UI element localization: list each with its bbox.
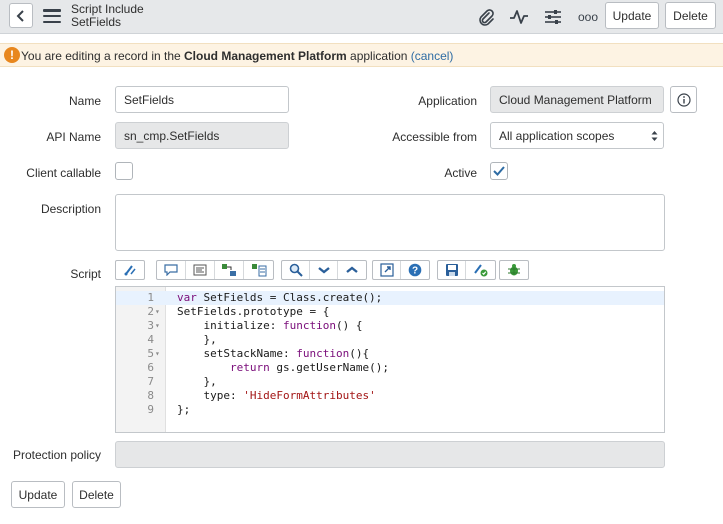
warning-icon: ! [4, 47, 20, 63]
code-text: }, [177, 333, 217, 346]
toolbar-group-save [437, 260, 496, 280]
line-number: 1 [147, 291, 154, 304]
code-line[interactable]: 9}; [116, 403, 664, 417]
header-update-button[interactable]: Update [605, 2, 659, 29]
code-line[interactable]: 5 ▾ setStackName: function(){ [116, 347, 664, 361]
application-info-button[interactable] [670, 86, 697, 113]
code-line[interactable]: 6 return gs.getUserName(); [116, 361, 664, 375]
active-label: Active [444, 166, 477, 180]
activity-pulse-icon[interactable] [508, 6, 530, 28]
code-text: initialize: function() { [177, 319, 363, 332]
code-line[interactable]: 4 }, [116, 333, 664, 347]
fold-arrow-icon[interactable]: ▾ [155, 305, 160, 319]
sliders-settings-icon[interactable] [542, 6, 564, 28]
line-number: 8 [147, 389, 154, 402]
info-icon [676, 92, 691, 107]
scope-warning-banner: ! You are editing a record in the Cloud … [0, 43, 723, 67]
active-checkbox[interactable] [490, 162, 508, 180]
fold-arrow-icon[interactable]: ▾ [155, 347, 160, 361]
code-text: type: 'HideFormAttributes' [177, 389, 376, 402]
application-label: Application [418, 94, 477, 108]
banner-message: You are editing a record in the Cloud Ma… [21, 49, 454, 63]
script-debugger-icon[interactable] [466, 261, 495, 279]
description-label: Description [40, 202, 101, 216]
toolbar-group-view: ? [372, 260, 430, 280]
search-icon[interactable] [282, 261, 310, 279]
more-dots-icon[interactable]: ooo [575, 6, 601, 28]
code-text: SetFields.prototype = { [177, 305, 330, 318]
code-text: }; [177, 403, 191, 416]
line-number: 4 [147, 333, 154, 346]
line-number: 7 [147, 375, 154, 388]
svg-text:?: ? [412, 266, 418, 277]
footer-update-button[interactable]: Update [11, 481, 65, 508]
accessible-from-label: Accessible from [392, 130, 477, 144]
header-delete-button[interactable]: Delete [665, 2, 716, 29]
line-number: 6 [147, 361, 154, 374]
form-header: Script Include SetFields ooo Update Dele… [0, 0, 723, 34]
replace-all-icon[interactable] [244, 261, 273, 279]
select-arrows-icon [651, 131, 658, 141]
line-number: 2 [147, 305, 154, 318]
code-text: }, [177, 375, 217, 388]
api-name-label: API Name [46, 130, 101, 144]
fold-arrow-icon[interactable]: ▾ [155, 319, 160, 333]
protection-policy-field [115, 441, 665, 468]
save-icon[interactable] [438, 261, 466, 279]
syntax-check-icon[interactable] [116, 261, 144, 279]
comment-icon[interactable] [157, 261, 186, 279]
code-text: setStackName: function(){ [177, 347, 370, 360]
accessible-from-select[interactable]: All application scopes [490, 122, 664, 149]
protection-policy-label: Protection policy [12, 448, 101, 462]
code-text: var SetFields = Class.create(); [177, 291, 383, 304]
cancel-link[interactable]: (cancel) [411, 49, 454, 63]
back-button[interactable] [9, 3, 33, 28]
record-name: SetFields [71, 15, 122, 29]
toolbar-group-debug [499, 260, 529, 280]
hamburger-menu-icon[interactable] [43, 9, 61, 23]
fullscreen-icon[interactable] [373, 261, 401, 279]
client-callable-checkbox[interactable] [115, 162, 133, 180]
api-name-field: sn_cmp.SetFields [115, 122, 289, 149]
application-field: Cloud Management Platform [490, 86, 664, 113]
toggle-down-icon[interactable] [310, 261, 338, 279]
format-code-icon[interactable] [186, 261, 215, 279]
name-input[interactable]: SetFields [115, 86, 289, 113]
bug-icon[interactable] [500, 261, 528, 279]
line-number: 3 [147, 319, 154, 332]
code-text: return gs.getUserName(); [229, 361, 389, 374]
toolbar-group-check [115, 260, 145, 280]
line-number: 9 [147, 403, 154, 416]
script-label: Script [70, 267, 101, 281]
code-line[interactable]: 7 }, [116, 375, 664, 389]
toolbar-group-edit [156, 260, 274, 280]
replace-icon[interactable] [215, 261, 244, 279]
code-line[interactable]: 2 ▾ SetFields.prototype = { [116, 305, 664, 319]
client-callable-label: Client callable [26, 166, 101, 180]
code-line[interactable]: 3 ▾ initialize: function() { [116, 319, 664, 333]
toggle-up-icon[interactable] [338, 261, 366, 279]
banner-app-name: Cloud Management Platform [184, 49, 347, 63]
code-line[interactable]: 8 type: 'HideFormAttributes' [116, 389, 664, 403]
line-number: 5 [147, 347, 154, 360]
back-chevron-icon [16, 9, 24, 22]
checkmark-icon [493, 166, 505, 176]
script-editor[interactable]: 1 var SetFields = Class.create(); 2 ▾ SetFie… [115, 286, 665, 433]
footer-delete-button[interactable]: Delete [72, 481, 121, 508]
name-label: Name [68, 94, 101, 108]
attachment-paperclip-icon[interactable] [475, 6, 497, 28]
help-icon[interactable]: ? [401, 261, 429, 279]
code-line[interactable]: 1 var SetFields = Class.create(); [116, 291, 664, 305]
toolbar-group-search [281, 260, 367, 280]
description-textarea[interactable] [115, 194, 665, 251]
